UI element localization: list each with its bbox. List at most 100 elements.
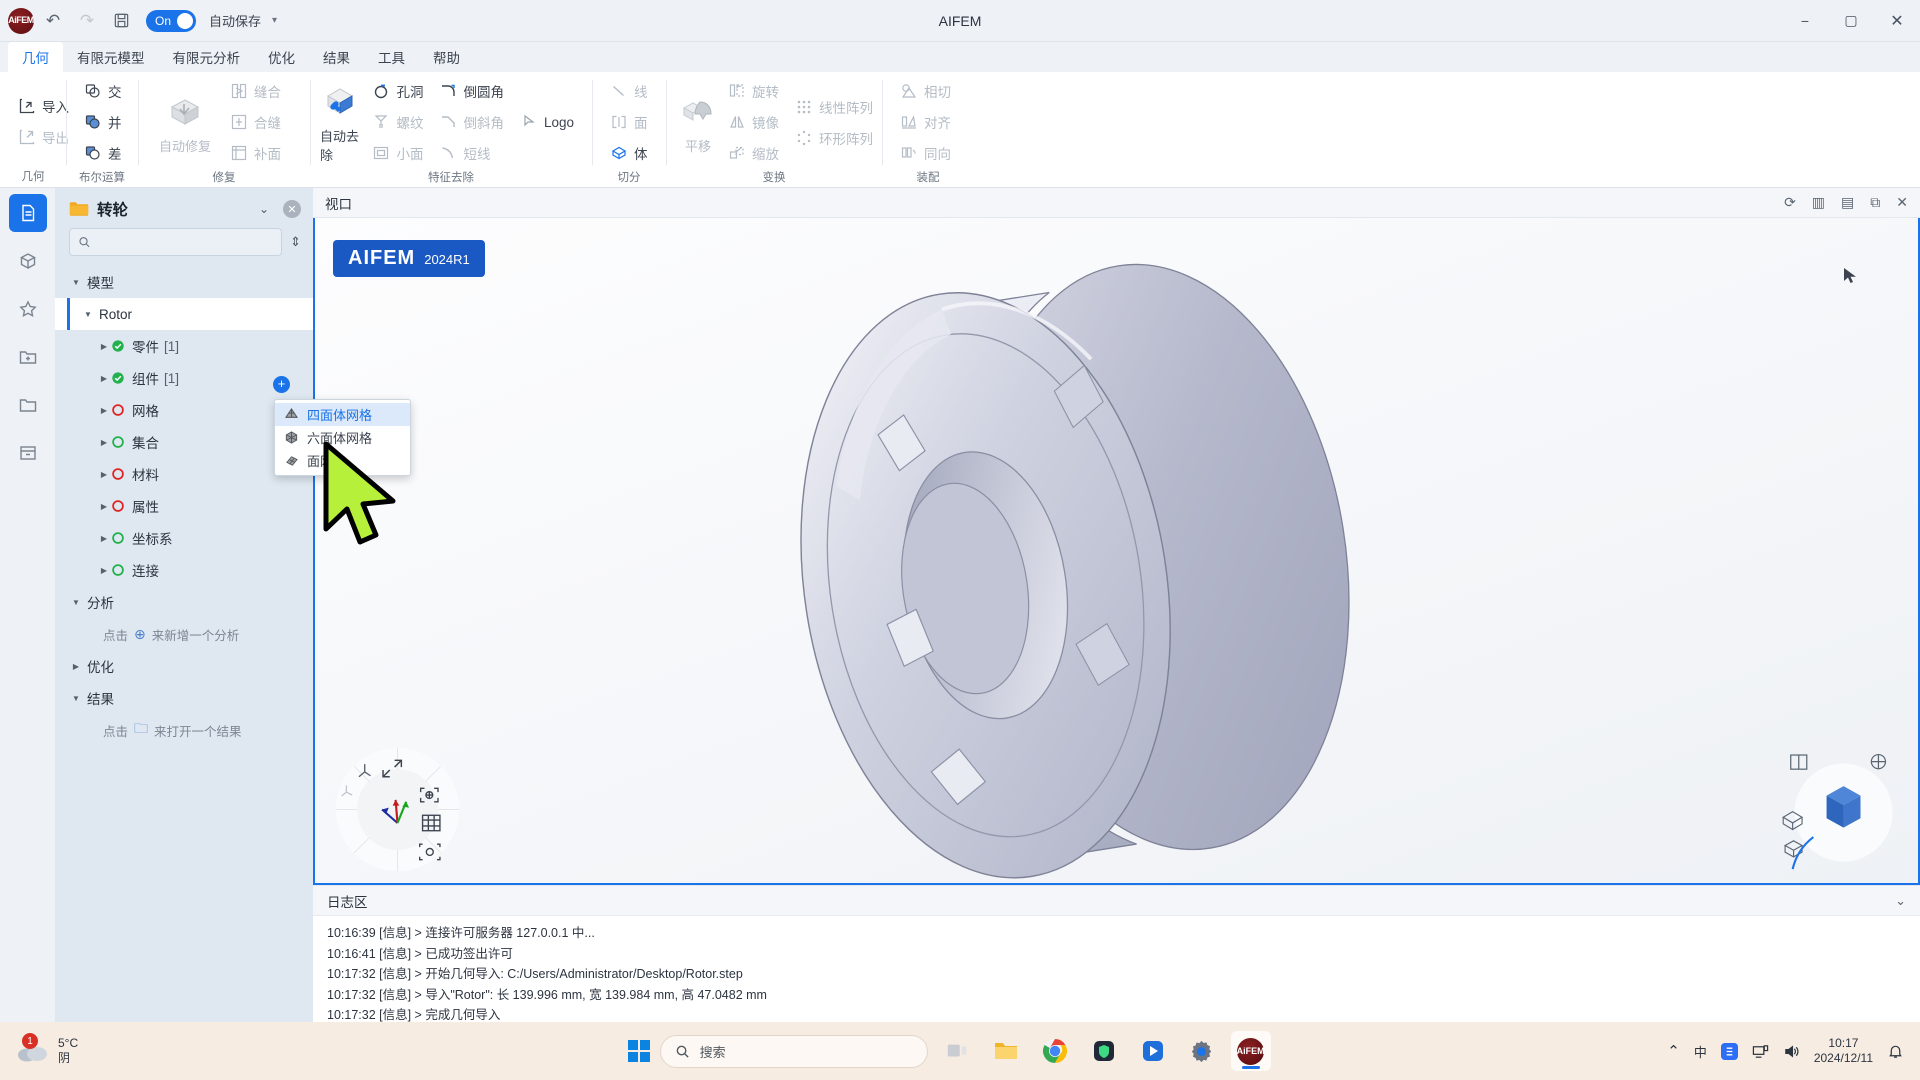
ribbon-chamfer-button[interactable]: 倒斜角: [431, 107, 512, 137]
chrome-icon: [1042, 1039, 1067, 1063]
ribbon-split-face-button[interactable]: 面: [602, 107, 656, 137]
ime-indicator[interactable]: 中: [1694, 1042, 1707, 1061]
ribbon-scale-button[interactable]: 缩放: [720, 138, 787, 168]
context-item-tet-mesh[interactable]: 四面体网格: [275, 403, 410, 426]
ribbon-linear-pattern-button[interactable]: 线性阵列: [787, 92, 881, 122]
taskbar-settings-button[interactable]: [1182, 1031, 1222, 1071]
view-navigation-gizmo[interactable]: [330, 742, 465, 877]
taskbar-file-explorer-button[interactable]: [986, 1031, 1026, 1071]
tree-node-connection[interactable]: ▶ 连接: [55, 554, 313, 586]
ribbon-fillet-button[interactable]: 倒圆角: [431, 76, 512, 106]
open-result-hint[interactable]: 点击 🗀 来打开一个结果: [55, 714, 313, 746]
tab-geometry[interactable]: 几何: [8, 42, 63, 72]
split-horizontal-icon[interactable]: ▤: [1841, 194, 1854, 211]
plus-circle-icon[interactable]: ⊕: [134, 626, 146, 643]
ribbon-small-face-button[interactable]: 小面: [364, 138, 431, 168]
windows-start-icon[interactable]: [627, 1039, 651, 1063]
search-box[interactable]: [69, 228, 283, 256]
ribbon-align-button[interactable]: 对齐: [892, 107, 959, 137]
ribbon-mirror-button[interactable]: 镜像: [720, 107, 787, 137]
search-icon: [676, 1045, 689, 1058]
minimize-button[interactable]: −: [1782, 0, 1828, 42]
ribbon-rotate-button[interactable]: 旋转: [720, 76, 787, 106]
maximize-button[interactable]: ▢: [1828, 0, 1874, 42]
ribbon-thread-button[interactable]: 螺纹: [364, 107, 431, 137]
taskbar-clock[interactable]: 10:17 2024/12/11: [1814, 1036, 1873, 1066]
save-icon[interactable]: [106, 7, 136, 35]
taskbar-shield-app-button[interactable]: [1084, 1031, 1124, 1071]
ribbon-logo-button[interactable]: Logo: [512, 107, 582, 137]
log-collapse-chevron-icon[interactable]: ⌄: [1895, 893, 1906, 909]
sidebar-item-archive[interactable]: [9, 434, 47, 472]
tray-expand-chevron-up-icon[interactable]: ⌃: [1667, 1042, 1680, 1060]
ribbon-stitch-button[interactable]: 缝合: [222, 76, 289, 106]
close-icon[interactable]: ✕: [1896, 194, 1908, 211]
tree-node-rotor[interactable]: ▼ Rotor: [55, 298, 313, 330]
viewport-canvas[interactable]: AIFEM 2024R1: [313, 218, 1920, 885]
taskbar-browser-button[interactable]: [1035, 1031, 1075, 1071]
ribbon-intersect-button[interactable]: 交: [76, 76, 130, 106]
tree-section-model[interactable]: ▼ 模型: [55, 266, 313, 298]
panel-close-icon[interactable]: ✕: [283, 200, 301, 218]
tree-node-property[interactable]: ▶ 属性: [55, 490, 313, 522]
surface-mesh-icon: [286, 456, 298, 466]
network-icon[interactable]: [1752, 1043, 1769, 1060]
search-input[interactable]: [96, 235, 274, 249]
folder-open-icon[interactable]: 🗀: [134, 718, 148, 742]
panel-chevron-down-icon[interactable]: ⌄: [259, 202, 269, 216]
taskbar-task-view-button[interactable]: [937, 1031, 977, 1071]
tab-help[interactable]: 帮助: [419, 42, 474, 72]
sidebar-item-favorites[interactable]: [9, 290, 47, 328]
refresh-icon[interactable]: ⟳: [1784, 194, 1796, 211]
add-analysis-hint[interactable]: 点击 ⊕ 来新增一个分析: [55, 618, 313, 650]
volume-icon[interactable]: [1783, 1043, 1800, 1060]
tab-optimization[interactable]: 优化: [254, 42, 309, 72]
split-vertical-icon[interactable]: ▥: [1812, 194, 1825, 211]
ribbon-split-body-button[interactable]: 体: [602, 138, 656, 168]
sidebar-item-project-tree[interactable]: [8, 194, 47, 232]
sidebar-item-new-folder[interactable]: [9, 338, 47, 376]
ribbon-hole-button[interactable]: 孔洞: [364, 76, 431, 106]
rotor-3d-model[interactable]: [315, 218, 1918, 883]
close-button[interactable]: ✕: [1874, 0, 1920, 42]
taskbar-aifem-button[interactable]: AiFEM: [1230, 1031, 1271, 1071]
tree-section-analysis[interactable]: ▼ 分析: [55, 586, 313, 618]
ribbon-short-edge-button[interactable]: 短线: [431, 138, 512, 168]
tab-results[interactable]: 结果: [309, 42, 364, 72]
add-mesh-button[interactable]: +: [273, 376, 290, 393]
ribbon-same-direction-button[interactable]: 同向: [892, 138, 959, 168]
tree-node-parts[interactable]: ▶ 零件 [1]: [55, 330, 313, 362]
tab-tools[interactable]: 工具: [364, 42, 419, 72]
view-cube-widget[interactable]: [1770, 739, 1902, 871]
ribbon-subtract-button[interactable]: 差: [76, 138, 130, 168]
redo-icon[interactable]: ↷: [72, 7, 102, 35]
ribbon-tangent-button[interactable]: 相切: [892, 76, 959, 106]
ribbon-translate-button[interactable]: 平移: [676, 76, 720, 168]
bell-icon[interactable]: [1887, 1043, 1904, 1060]
autosave-chevron-down-icon[interactable]: ▾: [272, 15, 277, 26]
ribbon-auto-defeature-button[interactable]: 自动去除: [320, 76, 364, 168]
undo-icon[interactable]: ↶: [38, 7, 68, 35]
ribbon-circular-pattern-button[interactable]: 环形阵列: [787, 123, 881, 153]
sidebar-item-open-folder[interactable]: [9, 386, 47, 424]
tree-section-results[interactable]: ▼ 结果: [55, 682, 313, 714]
tree-node-coordinate-system[interactable]: ▶ 坐标系: [55, 522, 313, 554]
tab-fe-analysis[interactable]: 有限元分析: [159, 42, 255, 72]
sidebar-item-library[interactable]: [9, 242, 47, 280]
tab-fe-model[interactable]: 有限元模型: [63, 42, 159, 72]
taskbar-weather-widget[interactable]: 1 5°C 阴: [0, 1033, 230, 1066]
ribbon-auto-repair-button[interactable]: 自动修复: [148, 76, 222, 168]
ribbon-merge-seam-button[interactable]: 合缝: [222, 107, 289, 137]
sogou-icon[interactable]: [1720, 1042, 1738, 1060]
log-body[interactable]: 10:16:39 [信息] > 连接许可服务器 127.0.0.1 中... 1…: [313, 916, 1920, 1022]
popout-icon[interactable]: ⧉: [1870, 194, 1880, 211]
tree-section-optimization[interactable]: ▶ 优化: [55, 650, 313, 682]
ribbon-patch-face-button[interactable]: 补面: [222, 138, 289, 168]
ribbon-split-line-button[interactable]: 线: [602, 76, 656, 106]
sort-toggle-icon[interactable]: ⇕: [290, 234, 301, 250]
viewport-toolbar: ⟳ ▥ ▤ ⧉ ✕: [1784, 194, 1908, 211]
taskbar-search-box[interactable]: 搜索: [659, 1034, 928, 1068]
taskbar-media-app-button[interactable]: [1133, 1031, 1173, 1071]
ribbon-union-button[interactable]: 并: [76, 107, 130, 137]
autosave-toggle[interactable]: On: [146, 9, 197, 32]
